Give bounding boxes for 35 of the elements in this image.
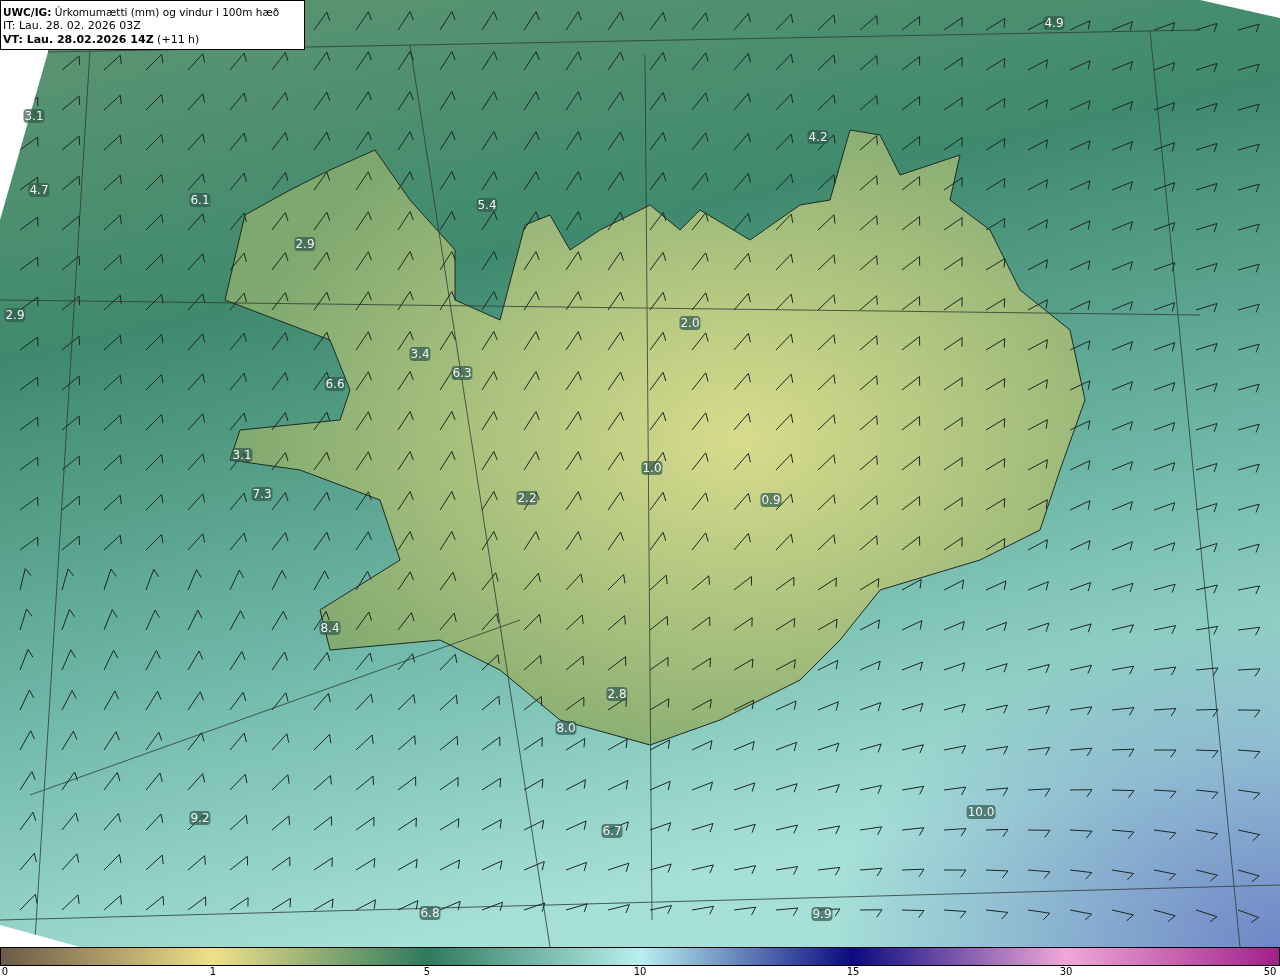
map-value-label: 5.4	[476, 198, 498, 212]
map-value-label: 8.0	[555, 721, 577, 735]
valid-time: VT: Lau. 28.02.2026 14Z (+11 h)	[3, 33, 200, 47]
map-value-label: 3.4	[409, 347, 431, 361]
map-value-label: 8.4	[319, 621, 341, 635]
colorbar-tick-label: 30	[1059, 966, 1073, 978]
colorbar-tick-label: 1	[209, 966, 217, 978]
map-value-label: 4.9	[1043, 16, 1065, 30]
map-value-label: 6.3	[451, 366, 473, 380]
map-value-label: 1.0	[641, 461, 663, 475]
map-value-label: 2.9	[4, 308, 26, 322]
init-time: IT: Lau. 28. 02. 2026 03Z	[3, 19, 141, 33]
map-value-label: 2.9	[294, 237, 316, 251]
map-value-label: 10.0	[966, 805, 996, 819]
colorbar-tick-label: 10	[633, 966, 647, 978]
map-value-label: 2.8	[606, 687, 628, 701]
map-value-label: 6.7	[601, 824, 623, 838]
map-value-label: 7.3	[251, 487, 273, 501]
map-value-label: 0.9	[760, 493, 782, 507]
map-value-label: 2.0	[679, 316, 701, 330]
map-value-label: 4.7	[28, 183, 50, 197]
map-value-label: 6.8	[419, 906, 441, 920]
map-value-label: 4.2	[807, 130, 829, 144]
colorbar-tick-label: 15	[846, 966, 860, 978]
colorbar-tick-label: 50	[1263, 966, 1277, 978]
map-value-label: 9.2	[189, 811, 211, 825]
colorbar-tick-label: 5	[423, 966, 431, 978]
map-value-label: 9.9	[811, 907, 833, 921]
map-value-label: 6.6	[324, 377, 346, 391]
colorbar-tick-label: 0	[1, 966, 9, 978]
map-value-label: 2.2	[516, 491, 538, 505]
map-title: UWC/IG: Úrkomumætti (mm) og vindur i 100m hæð	[3, 5, 280, 19]
map-value-label: 6.1	[189, 193, 211, 207]
map-value-label: 3.1	[231, 448, 253, 462]
map-value-label: 3.1	[23, 109, 45, 123]
